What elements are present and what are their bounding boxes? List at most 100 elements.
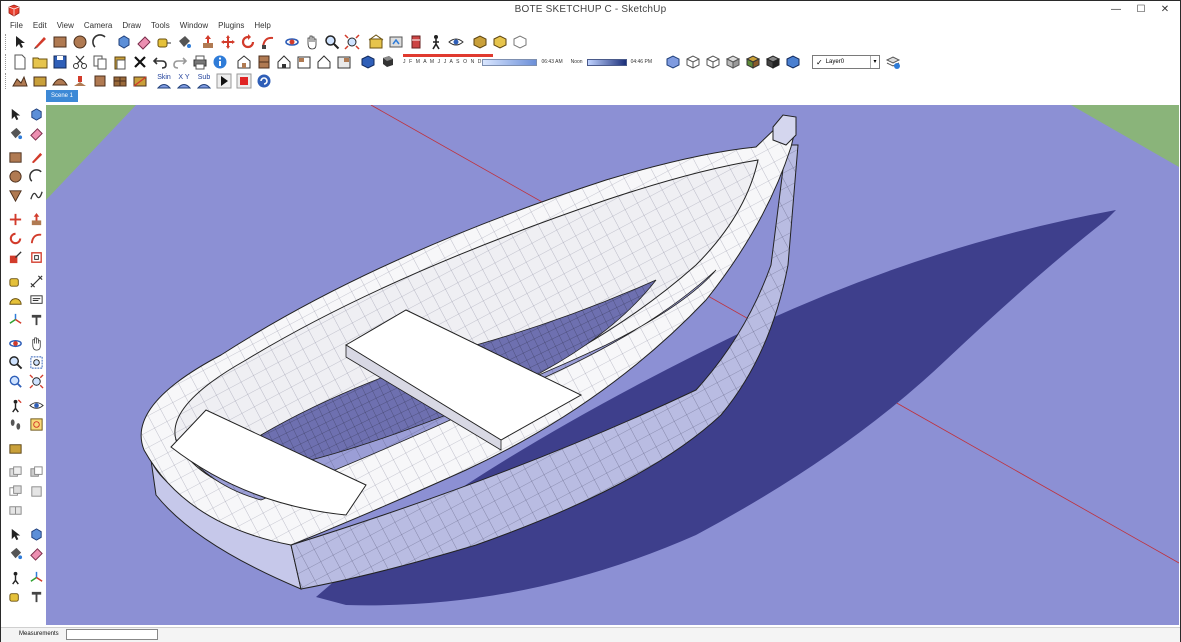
rotate-tool-button[interactable] <box>239 33 257 51</box>
union-button[interactable] <box>6 464 24 482</box>
intersect-button[interactable] <box>6 483 24 501</box>
smoove-button[interactable] <box>51 72 69 90</box>
arc-tool-button[interactable] <box>27 168 45 186</box>
sandbox-scratch-button[interactable] <box>31 72 49 90</box>
subtract-button[interactable] <box>27 464 45 482</box>
flip-edge-button[interactable] <box>131 72 149 90</box>
make-component-button[interactable] <box>115 33 133 51</box>
model-info-button[interactable] <box>211 53 229 71</box>
plugin-cube-button-2[interactable] <box>491 33 509 51</box>
arc-tool-button[interactable] <box>91 33 109 51</box>
3d-text-button-2[interactable] <box>27 588 45 606</box>
measurements-input[interactable] <box>66 629 158 640</box>
front-view-button[interactable] <box>275 53 293 71</box>
iso-view-button[interactable] <box>235 53 253 71</box>
menu-window[interactable]: Window <box>175 19 213 32</box>
new-button[interactable] <box>11 53 29 71</box>
skin-plugin-button[interactable]: Skin <box>155 72 173 90</box>
circle-tool-button[interactable] <box>6 168 24 186</box>
shaded-textures-button[interactable] <box>744 53 762 71</box>
open-button[interactable] <box>31 53 49 71</box>
line-tool-button[interactable] <box>31 33 49 51</box>
rotate-tool-button[interactable] <box>6 230 24 248</box>
tape-measure-button[interactable] <box>155 33 173 51</box>
previous-view-button[interactable] <box>6 373 24 391</box>
follow-me-button[interactable] <box>259 33 277 51</box>
menu-tools[interactable]: Tools <box>146 19 175 32</box>
zoom-button[interactable] <box>323 33 341 51</box>
paint-bucket-button[interactable] <box>6 125 24 143</box>
menu-view[interactable]: View <box>52 19 79 32</box>
eraser-tool-button-2[interactable] <box>27 545 45 563</box>
select-tool-button[interactable] <box>6 106 24 124</box>
share-model-button[interactable] <box>387 33 405 51</box>
maximize-button[interactable]: ☐ <box>1130 2 1152 18</box>
axes-tool-button-2[interactable] <box>27 569 45 587</box>
circle-tool-button[interactable] <box>71 33 89 51</box>
toolbar-grip[interactable] <box>5 73 8 89</box>
look-around-button[interactable] <box>27 397 45 415</box>
print-button[interactable] <box>191 53 209 71</box>
add-detail-button[interactable] <box>111 72 129 90</box>
select-tool-button[interactable] <box>11 33 29 51</box>
plugin-cube-button-1[interactable] <box>471 33 489 51</box>
freehand-tool-button[interactable] <box>27 187 45 205</box>
shadow-date-slider[interactable] <box>482 58 538 66</box>
top-view-button[interactable] <box>255 53 273 71</box>
scene-tab[interactable]: Scene 1 <box>46 90 79 102</box>
undo-button[interactable] <box>151 53 169 71</box>
minimize-button[interactable]: — <box>1105 2 1127 18</box>
orbit-button[interactable] <box>6 335 24 353</box>
axes-tool-button[interactable] <box>6 311 24 329</box>
line-tool-button[interactable] <box>27 149 45 167</box>
protractor-button[interactable] <box>6 292 24 310</box>
erase-selection-button[interactable] <box>131 53 149 71</box>
follow-me-button[interactable] <box>27 230 45 248</box>
plugin-cube-button-3[interactable] <box>511 33 529 51</box>
toolbar-grip[interactable] <box>5 54 8 70</box>
cut-button[interactable] <box>71 53 89 71</box>
monochrome-button[interactable] <box>764 53 782 71</box>
zoom-button[interactable] <box>6 354 24 372</box>
make-component-button[interactable] <box>27 106 45 124</box>
walk-button[interactable] <box>6 416 24 434</box>
xyz-plugin-button[interactable]: X Y <box>175 72 193 90</box>
shadow-month-scale[interactable]: J F M A M J J A S O N D <box>403 59 482 65</box>
select-tool-button-2[interactable] <box>6 526 24 544</box>
menu-edit[interactable]: Edit <box>28 19 52 32</box>
move-tool-button[interactable] <box>219 33 237 51</box>
drape-button[interactable] <box>91 72 109 90</box>
stamp-button[interactable] <box>71 72 89 90</box>
menu-help[interactable]: Help <box>249 19 275 32</box>
extension-warehouse-button[interactable] <box>407 33 425 51</box>
menu-plugins[interactable]: Plugins <box>213 19 249 32</box>
rectangle-tool-button[interactable] <box>6 149 24 167</box>
eraser-tool-button[interactable] <box>135 33 153 51</box>
play-button[interactable] <box>215 72 233 90</box>
right-view-button[interactable] <box>295 53 313 71</box>
pan-button[interactable] <box>303 33 321 51</box>
push-pull-button[interactable] <box>199 33 217 51</box>
dimension-tool-button[interactable] <box>27 273 45 291</box>
menu-camera[interactable]: Camera <box>79 19 117 32</box>
google-earth-button[interactable] <box>6 440 24 458</box>
paint-bucket-button[interactable] <box>175 33 193 51</box>
split-button[interactable] <box>6 502 24 520</box>
scale-tool-button[interactable] <box>6 249 24 267</box>
look-around-button[interactable] <box>447 33 465 51</box>
zoom-extents-button[interactable] <box>27 373 45 391</box>
tape-measure-button[interactable] <box>6 273 24 291</box>
tape-measure-button-2[interactable] <box>6 588 24 606</box>
paint-bucket-button-2[interactable] <box>6 545 24 563</box>
style-blue-button[interactable] <box>784 53 802 71</box>
orbit-button[interactable] <box>283 33 301 51</box>
redo-button[interactable] <box>171 53 189 71</box>
close-button[interactable]: ✕ <box>1154 2 1176 18</box>
rectangle-tool-button[interactable] <box>51 33 69 51</box>
shadow-settings-button[interactable] <box>359 53 377 71</box>
warehouse-button[interactable] <box>367 33 385 51</box>
back-view-button[interactable] <box>315 53 333 71</box>
hidden-line-button[interactable] <box>704 53 722 71</box>
display-shadows-button[interactable] <box>379 53 397 71</box>
shadow-time-slider[interactable] <box>586 58 627 66</box>
